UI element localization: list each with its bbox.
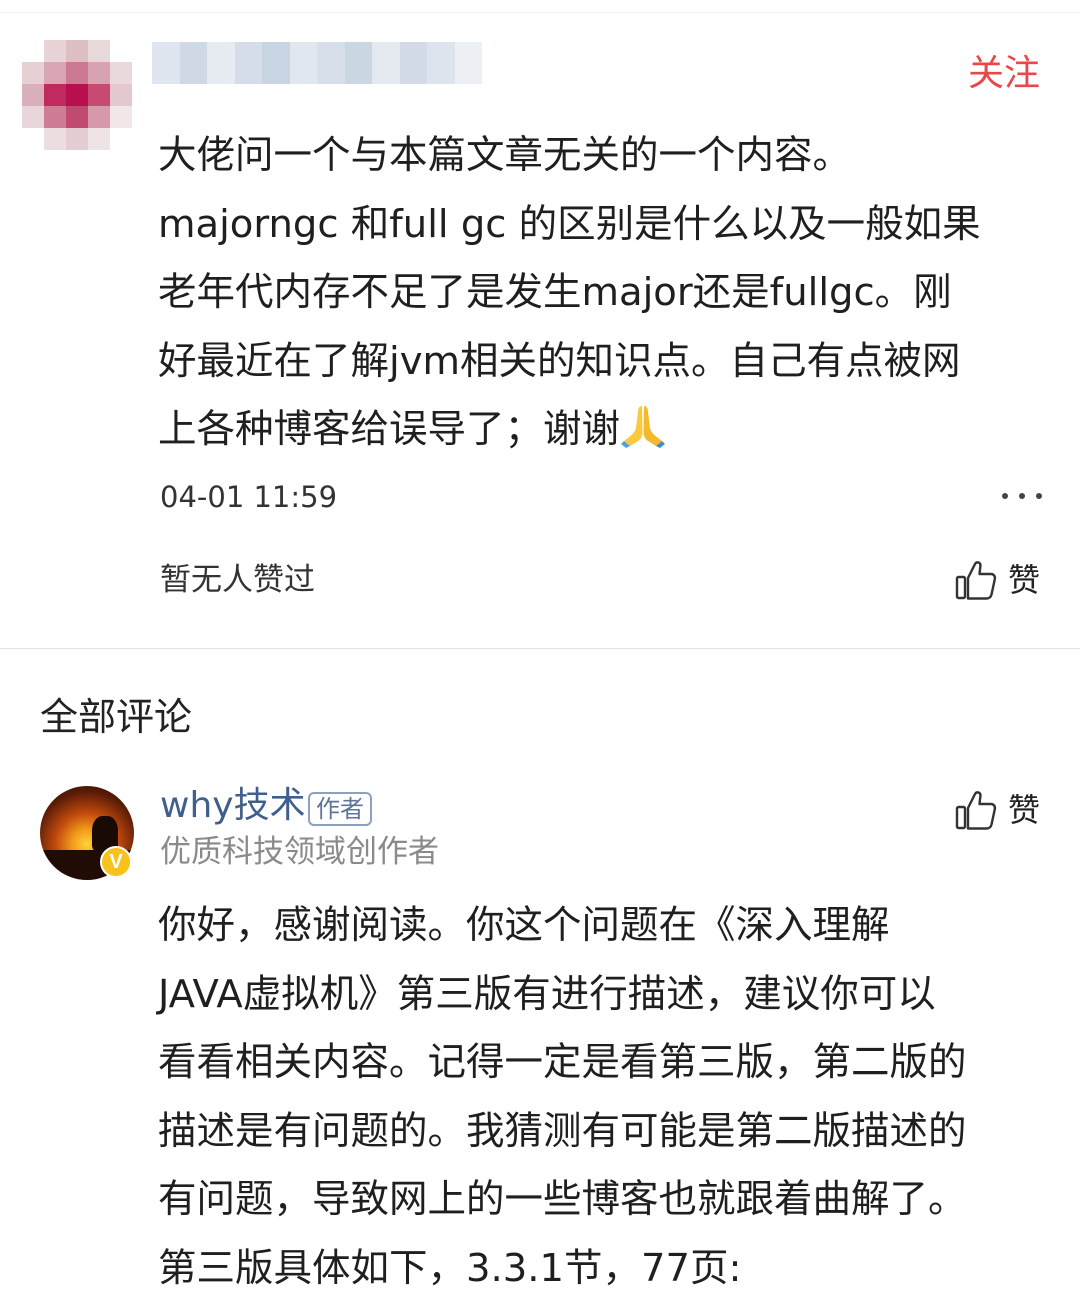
- reply-text: 你好，感谢阅读。你这个问题在《深入理解 JAVA虚拟机》第三版有进行描述，建议你…: [158, 892, 1058, 1303]
- reply-line: 看看相关内容。记得一定是看第三版，第二版的: [158, 1040, 967, 1085]
- dot: [1036, 493, 1042, 499]
- like-label: 赞: [1007, 791, 1040, 829]
- commenter-avatar[interactable]: [22, 40, 132, 150]
- dot: [1002, 493, 1008, 499]
- reply-like-button[interactable]: 赞: [954, 788, 1040, 832]
- author-badge: 作者: [308, 792, 372, 826]
- author-subtitle: 优质科技领域创作者: [160, 834, 439, 870]
- thumbs-up-icon: [955, 561, 997, 600]
- folded-hands-icon: [621, 406, 666, 448]
- author-avatar[interactable]: V: [40, 786, 134, 880]
- like-label: 赞: [1007, 561, 1040, 599]
- comment-line-last: 上各种博客给误导了；谢谢: [158, 396, 1038, 465]
- like-button[interactable]: 赞: [954, 558, 1040, 602]
- comment-text: 大佬问一个与本篇文章无关的一个内容。 majorngc 和full gc 的区别…: [158, 122, 1038, 465]
- section-divider: [0, 648, 1080, 649]
- comment-timestamp: 04-01 11:59: [160, 480, 338, 514]
- reply-line: JAVA虚拟机》第三版有进行描述，建议你可以: [158, 971, 936, 1017]
- reply-line: 描述是有问题的。我猜测有可能是第二版描述的: [158, 1108, 967, 1154]
- reply-line: 有问题，导致网上的一些博客也就跟着曲解了。: [158, 1177, 967, 1222]
- reply-line: 你好，感谢阅读。你这个问题在《深入理解: [158, 903, 890, 948]
- follow-button[interactable]: 关注: [968, 52, 1040, 96]
- verified-badge-icon: V: [100, 846, 132, 878]
- author-name[interactable]: why技术: [160, 784, 306, 828]
- top-divider: [0, 12, 1080, 13]
- comment-line: 好最近在了解jvm相关的知识点。自己有点被网: [158, 338, 961, 384]
- commenter-name[interactable]: [152, 42, 482, 84]
- reply-line: 第三版具体如下，3.3.1节，77页:: [158, 1245, 742, 1291]
- dot: [1019, 493, 1025, 499]
- thumbs-up-icon: [955, 791, 997, 830]
- all-comments-title: 全部评论: [40, 695, 193, 739]
- more-options-icon[interactable]: [1002, 493, 1042, 501]
- comment-line: 大佬问一个与本篇文章无关的一个内容。: [158, 133, 852, 178]
- comment-line-text: 上各种博客给误导了；谢谢: [158, 407, 621, 452]
- comment-line: majorngc 和full gc 的区别是什么以及一般如果: [158, 201, 981, 247]
- no-likes-text: 暂无人赞过: [160, 562, 315, 598]
- comment-line: 老年代内存不足了是发生major还是fullgc。刚: [158, 270, 952, 315]
